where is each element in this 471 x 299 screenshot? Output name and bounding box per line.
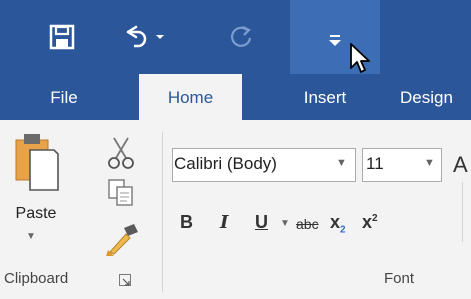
tab-design[interactable]: Design [400, 74, 471, 120]
ribbon-tabs: File Home Insert Design [0, 74, 471, 120]
subscript-button[interactable]: x2 [330, 212, 346, 236]
mouse-pointer-icon [350, 43, 370, 73]
tab-insert[interactable]: Insert [280, 74, 370, 120]
font-name-value[interactable]: Calibri (Body) [174, 154, 277, 174]
tab-file[interactable]: File [36, 74, 92, 120]
superscript-base: x [362, 212, 373, 232]
redo-button[interactable] [222, 0, 262, 74]
subscript-mark: 2 [340, 224, 346, 236]
save-icon [49, 24, 75, 50]
underline-button[interactable]: U [255, 212, 268, 233]
bold-button[interactable]: B [180, 212, 193, 233]
strikethrough-button[interactable]: abc [296, 216, 319, 232]
clipboard-group-label: Clipboard [4, 270, 69, 287]
scissors-icon[interactable] [106, 136, 136, 170]
font-group-label: Font [384, 270, 415, 287]
grow-font-button[interactable]: A [453, 152, 468, 178]
quick-access-toolbar [0, 0, 471, 74]
copy-icon[interactable] [106, 178, 136, 208]
dialog-launcher-icon[interactable] [119, 274, 131, 286]
save-button[interactable] [40, 0, 84, 74]
chevron-down-icon[interactable]: ▼ [424, 157, 435, 169]
subscript-base: x [330, 212, 341, 232]
group-divider [162, 132, 163, 292]
undo-button[interactable] [116, 0, 176, 74]
tab-home[interactable]: Home [139, 74, 242, 120]
chevron-down-icon[interactable]: ▼ [336, 157, 347, 169]
chevron-down-icon[interactable]: ▼ [26, 231, 36, 242]
group-divider [462, 182, 463, 242]
paste-button-label[interactable]: Paste [4, 205, 68, 223]
superscript-button[interactable]: x2 [362, 212, 378, 233]
superscript-mark: 2 [372, 213, 378, 224]
undo-icon [126, 25, 164, 48]
redo-icon [231, 26, 252, 47]
chevron-down-icon[interactable]: ▼ [280, 218, 290, 229]
format-painter-icon[interactable] [104, 222, 140, 256]
italic-button[interactable]: I [220, 212, 228, 233]
font-size-value[interactable]: 11 [366, 154, 384, 174]
paste-icon[interactable] [10, 130, 60, 194]
